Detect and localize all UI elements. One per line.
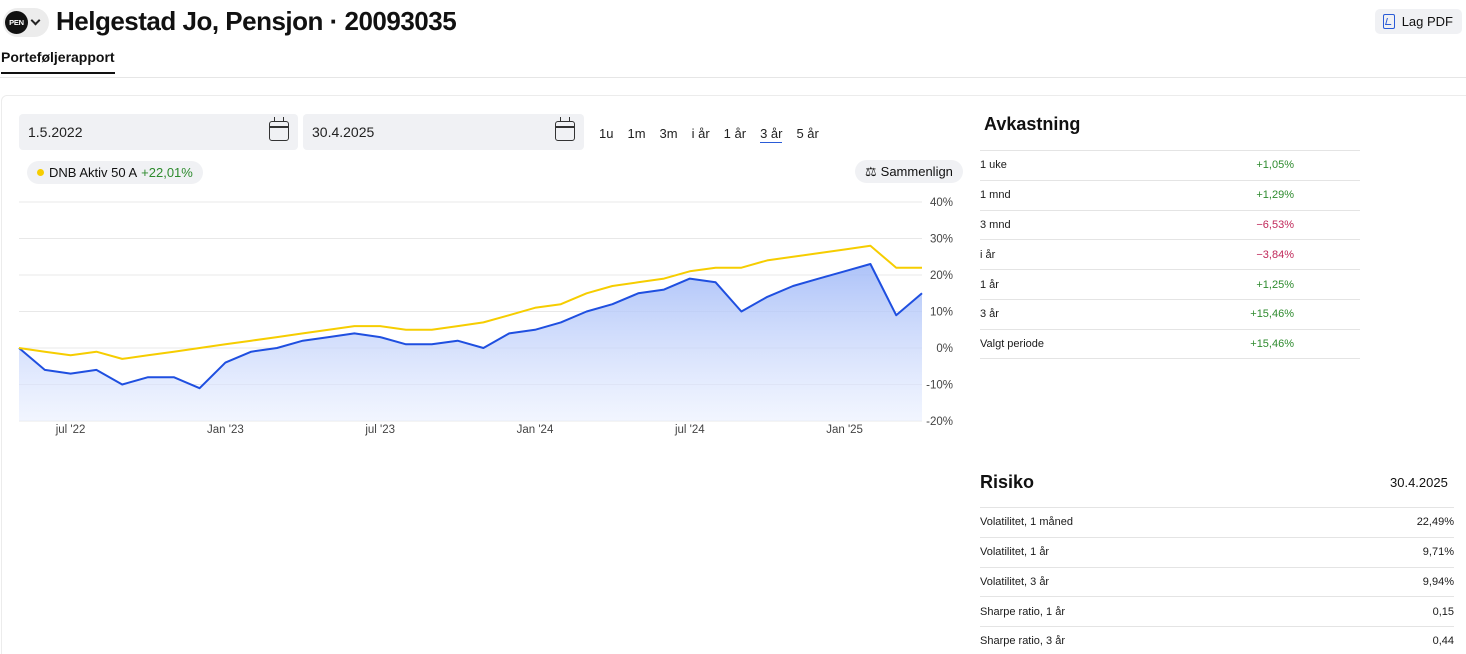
- scale-icon: ⚖: [865, 163, 877, 179]
- create-pdf-button[interactable]: Lag PDF: [1374, 9, 1462, 34]
- account-badge: PEN: [5, 11, 28, 34]
- legend-dot: [37, 169, 44, 176]
- period-selector: 1u 1m 3m i år 1 år 3 år 5 år: [599, 126, 833, 143]
- risk-value: 9,94%: [1422, 575, 1454, 588]
- risk-row: Volatilitet, 1 måned 22,49%: [980, 507, 1454, 537]
- returns-label: 1 uke: [980, 159, 1007, 172]
- from-date-input[interactable]: 1.5.2022: [19, 114, 298, 150]
- compare-button[interactable]: ⚖ Sammenlign: [855, 160, 963, 183]
- risk-value: 0,44: [1432, 635, 1454, 648]
- returns-value: +1,25%: [1256, 278, 1294, 291]
- x-tick-label: Jan '23: [207, 424, 244, 436]
- risk-label: Sharpe ratio, 3 år: [980, 635, 1065, 648]
- returns-label: 1 mnd: [980, 189, 1011, 202]
- y-tick-label: 40%: [930, 197, 953, 209]
- x-tick-label: Jan '24: [517, 424, 554, 436]
- returns-row: i år −3,84%: [980, 239, 1360, 269]
- legend-fund-name: DNB Aktiv 50 A: [49, 165, 138, 180]
- risk-label: Volatilitet, 1 år: [980, 546, 1050, 559]
- y-tick-label: 20%: [930, 270, 953, 282]
- calendar-icon[interactable]: [269, 117, 289, 141]
- risk-date: 30.4.2025: [1390, 475, 1448, 490]
- compare-label: Sammenlign: [880, 164, 953, 179]
- legend-fund-return: +22,01%: [141, 165, 193, 180]
- x-tick-label: jul '22: [55, 424, 86, 436]
- returns-title: Avkastning: [984, 114, 1081, 134]
- returns-row: 1 uke +1,05%: [980, 150, 1360, 180]
- returns-table: 1 uke +1,05% 1 mnd +1,29% 3 mnd −6,53% i år −3,…: [980, 150, 1360, 359]
- pdf-icon: [1382, 14, 1395, 29]
- account-switcher[interactable]: PEN: [3, 8, 49, 37]
- risk-label: Sharpe ratio, 1 år: [980, 605, 1065, 618]
- portfolio-area: [19, 264, 922, 421]
- returns-label: 3 mnd: [980, 218, 1011, 231]
- x-tick-label: jul '23: [364, 424, 395, 436]
- calendar-icon[interactable]: [555, 117, 575, 141]
- returns-row: 3 mnd −6,53%: [980, 209, 1360, 240]
- returns-value: +15,46%: [1250, 337, 1294, 350]
- risk-row: Volatilitet, 3 år 9,94%: [980, 566, 1454, 597]
- risk-row: Sharpe ratio, 3 år 0,44: [980, 626, 1454, 654]
- risk-label: Volatilitet, 1 måned: [980, 516, 1073, 529]
- returns-label: Valgt periode: [980, 337, 1045, 350]
- x-tick-label: jul '24: [674, 424, 705, 436]
- returns-value: −3,84%: [1256, 248, 1294, 261]
- period-1y[interactable]: 1 år: [724, 126, 746, 143]
- tab-portfolio-report[interactable]: Porteføljerapport: [1, 49, 115, 74]
- returns-row: 1 år +1,25%: [980, 269, 1360, 299]
- returns-row: Valgt periode +15,46%: [980, 328, 1360, 359]
- returns-label: i år: [980, 248, 996, 261]
- fund-legend-chip[interactable]: DNB Aktiv 50 A +22,01%: [27, 161, 203, 184]
- risk-title: Risiko: [980, 472, 1035, 492]
- x-tick-label: Jan '25: [826, 424, 863, 436]
- period-ytd[interactable]: i år: [692, 126, 710, 143]
- period-1m[interactable]: 1m: [627, 126, 645, 143]
- risk-table: Volatilitet, 1 måned 22,49% Volatilitet, 1…: [980, 507, 1454, 654]
- y-tick-label: -20%: [926, 416, 953, 428]
- tab-divider: [0, 77, 1466, 78]
- returns-row: 1 mnd +1,29%: [980, 179, 1360, 210]
- to-date-value: 30.4.2025: [312, 124, 375, 140]
- to-date-input[interactable]: 30.4.2025: [303, 114, 584, 150]
- performance-chart: 40% 30% 20% 10% 0% -10% -20% jul '22 Jan '23 jul…: [18, 197, 953, 436]
- returns-value: −6,53%: [1256, 218, 1294, 231]
- risk-value: 9,71%: [1422, 546, 1454, 559]
- period-5y[interactable]: 5 år: [796, 126, 818, 143]
- risk-value: 22,49%: [1416, 516, 1454, 529]
- returns-label: 1 år: [980, 278, 999, 291]
- returns-value: +1,29%: [1256, 189, 1294, 202]
- y-tick-label: -10%: [926, 380, 953, 392]
- y-tick-label: 30%: [930, 234, 953, 246]
- chevron-down-icon: [30, 15, 41, 26]
- period-1u[interactable]: 1u: [599, 126, 613, 143]
- risk-row: Volatilitet, 1 år 9,71%: [980, 536, 1454, 567]
- risk-row: Sharpe ratio, 1 år 0,15: [980, 596, 1454, 626]
- returns-value: +1,05%: [1256, 159, 1294, 172]
- returns-label: 3 år: [980, 308, 999, 321]
- from-date-value: 1.5.2022: [28, 124, 83, 140]
- y-tick-label: 0%: [936, 343, 953, 355]
- y-tick-label: 10%: [930, 307, 953, 319]
- returns-value: +15,46%: [1250, 308, 1294, 321]
- period-3y[interactable]: 3 år: [760, 126, 783, 143]
- risk-value: 0,15: [1432, 605, 1454, 618]
- risk-label: Volatilitet, 3 år: [980, 575, 1050, 588]
- returns-row: 3 år +15,46%: [980, 298, 1360, 329]
- create-pdf-label: Lag PDF: [1401, 14, 1453, 29]
- page-title: Helgestad Jo, Pensjon · 20093035: [56, 6, 457, 36]
- period-3m[interactable]: 3m: [660, 126, 678, 143]
